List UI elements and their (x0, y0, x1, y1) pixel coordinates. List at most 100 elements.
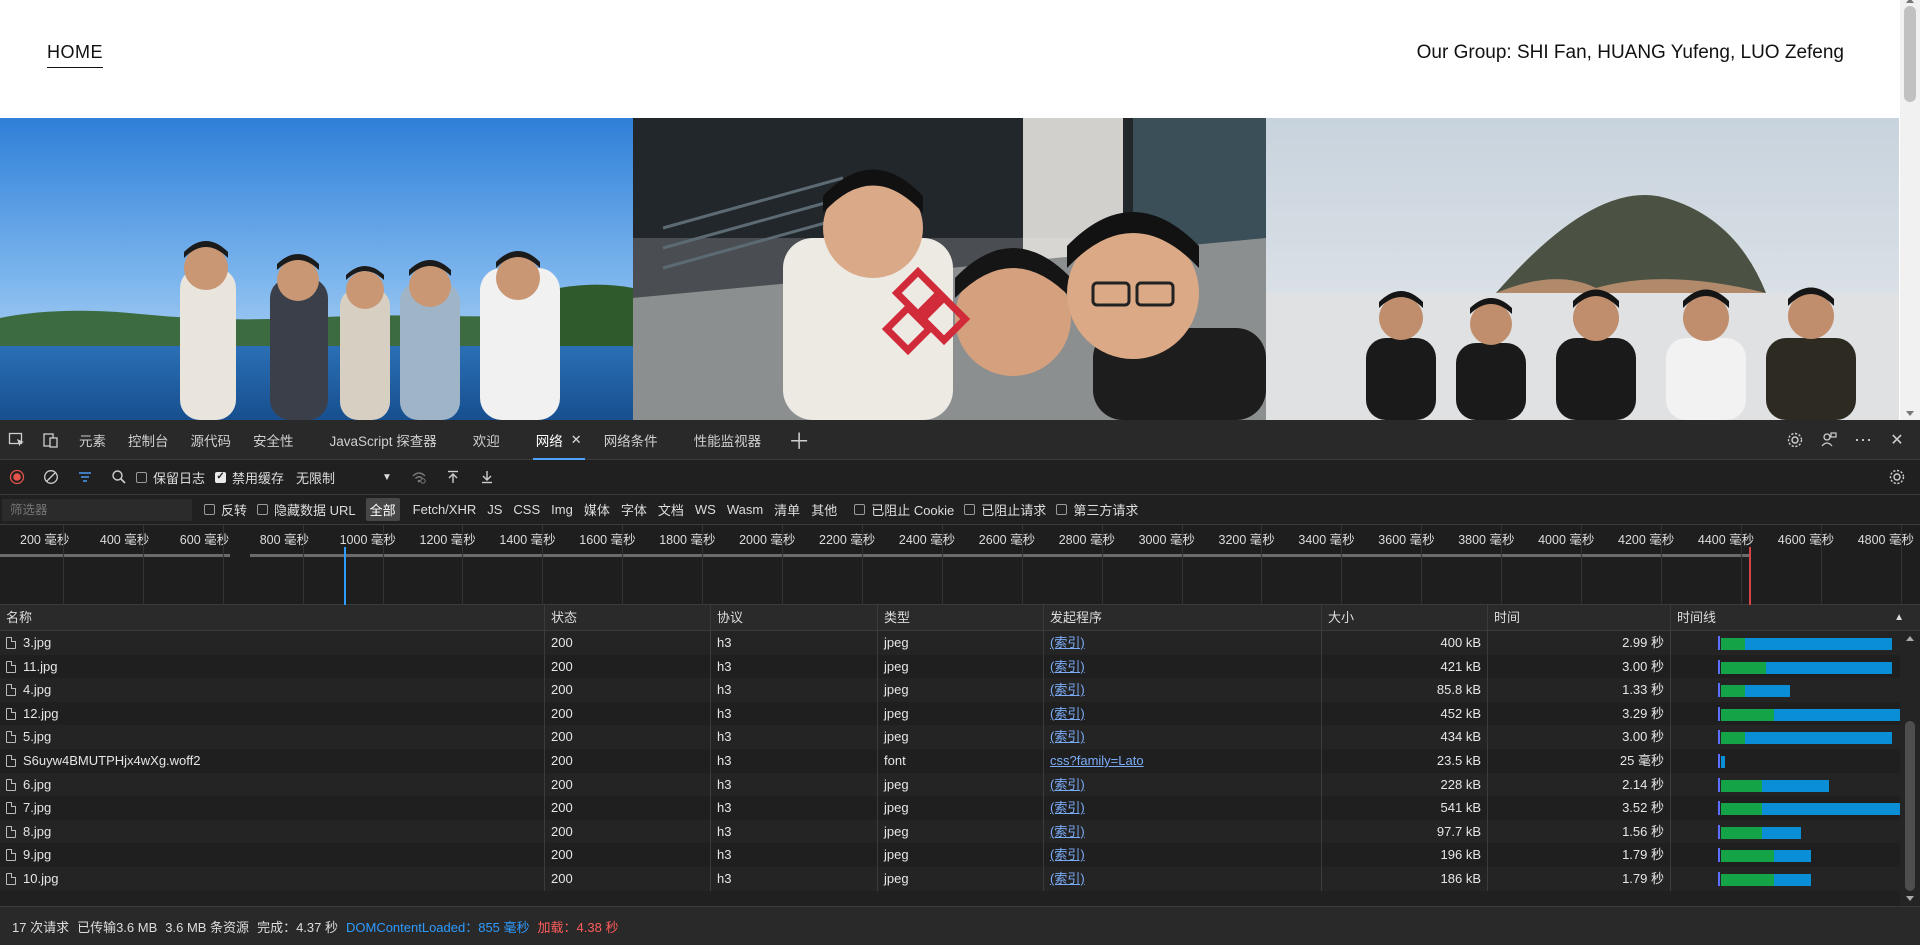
more-options-icon[interactable]: ⋯ (1846, 423, 1880, 457)
initiator-link[interactable]: (索引) (1050, 659, 1085, 674)
cell-waterfall[interactable] (1670, 678, 1900, 702)
cell-waterfall[interactable] (1670, 867, 1900, 891)
column-protocol[interactable]: 协议 (710, 605, 877, 631)
invert-checkbox[interactable]: 反转 (204, 500, 247, 519)
column-size[interactable]: 大小 (1321, 605, 1487, 631)
page-scrollbar-thumb[interactable] (1904, 6, 1916, 102)
request-row[interactable]: 10.jpg 200 h3 jpeg (索引) 186 kB 1.79 秒 (0, 867, 1900, 891)
request-row[interactable]: 4.jpg 200 h3 jpeg (索引) 85.8 kB 1.33 秒 (0, 678, 1900, 702)
initiator-link[interactable]: (索引) (1050, 729, 1085, 744)
initiator-link[interactable]: (索引) (1050, 635, 1085, 650)
cell-waterfall[interactable] (1670, 749, 1900, 773)
cell-waterfall[interactable] (1670, 631, 1900, 655)
network-conditions-icon[interactable] (402, 460, 436, 494)
photo-night-selfie[interactable] (633, 118, 1266, 420)
hide-data-urls-checkbox[interactable]: 隐藏数据 URL (257, 500, 356, 519)
filter-type-css[interactable]: CSS (509, 500, 544, 519)
initiator-link[interactable]: (索引) (1050, 824, 1085, 839)
tab-welcome[interactable]: 欢迎 (462, 420, 511, 460)
request-row[interactable]: 11.jpg 200 h3 jpeg (索引) 421 kB 3.00 秒 (0, 654, 1900, 679)
cell-waterfall[interactable] (1670, 772, 1900, 797)
photo-island-group[interactable] (1266, 118, 1899, 420)
scroll-down-icon[interactable] (1906, 411, 1914, 416)
request-row[interactable]: 9.jpg 200 h3 jpeg (索引) 196 kB 1.79 秒 (0, 843, 1900, 867)
export-har-icon[interactable] (470, 460, 504, 494)
home-link[interactable]: HOME (47, 42, 103, 68)
filter-type-img[interactable]: Img (547, 500, 577, 519)
checkbox-box[interactable] (964, 504, 976, 515)
scroll-down-icon[interactable] (1906, 896, 1914, 901)
third-party-checkbox[interactable]: 第三方请求 (1056, 500, 1138, 519)
page-scrollbar[interactable] (1900, 0, 1920, 420)
preserve-log-checkbox[interactable]: 保留日志 (136, 468, 205, 487)
sort-ascending-icon[interactable]: ▲ (1894, 605, 1904, 631)
filter-type-manifest[interactable]: 清单 (770, 498, 804, 521)
filter-type-all[interactable]: 全部 (365, 498, 400, 521)
checkbox-box[interactable] (854, 504, 866, 515)
checkbox-box[interactable] (136, 471, 147, 483)
request-row[interactable]: 3.jpg 200 h3 jpeg (索引) 400 kB 2.99 秒 (0, 631, 1900, 655)
column-status[interactable]: 状态 (544, 605, 710, 631)
column-name[interactable]: 名称 (0, 605, 544, 631)
tab-console[interactable]: 控制台 (117, 420, 180, 460)
column-waterfall[interactable]: 时间线 ▲ (1670, 605, 1920, 631)
inspect-element-icon[interactable] (0, 423, 34, 457)
column-type[interactable]: 类型 (877, 605, 1043, 631)
cell-waterfall[interactable] (1670, 819, 1900, 844)
tab-elements[interactable]: 元素 (68, 420, 117, 460)
checkbox-box[interactable] (215, 471, 227, 483)
checkbox-box[interactable] (204, 504, 215, 515)
chevron-down-icon[interactable]: ▼ (382, 472, 392, 483)
tab-network[interactable]: 网络 ✕ (525, 420, 593, 460)
filter-type-js[interactable]: JS (483, 500, 506, 519)
close-devtools-icon[interactable]: ✕ (1880, 423, 1914, 457)
filter-icon[interactable] (68, 460, 102, 494)
filter-type-media[interactable]: 媒体 (580, 498, 614, 521)
throttling-select[interactable]: 无限制 ▼ (296, 468, 392, 487)
request-row[interactable]: S6uyw4BMUTPHjx4wXg.woff2 200 h3 font css?fam… (0, 749, 1900, 773)
filter-type-font[interactable]: 字体 (617, 498, 651, 521)
blocked-cookies-checkbox[interactable]: 已阻止 Cookie (854, 500, 954, 519)
filter-type-other[interactable]: 其他 (807, 498, 841, 521)
initiator-link[interactable]: (索引) (1050, 777, 1085, 792)
disable-cache-checkbox[interactable]: 禁用缓存 (215, 468, 284, 487)
checkbox-box[interactable] (1056, 504, 1068, 515)
cell-waterfall[interactable] (1670, 701, 1900, 726)
filter-type-fetch-xhr[interactable]: Fetch/XHR (409, 500, 481, 519)
import-har-icon[interactable] (436, 460, 470, 494)
request-row[interactable]: 6.jpg 200 h3 jpeg (索引) 228 kB 2.14 秒 (0, 772, 1900, 797)
tab-network-conditions[interactable]: 网络条件 (593, 420, 669, 460)
tab-js-profiler[interactable]: JavaScript 探查器 (319, 420, 448, 460)
network-settings-gear-icon[interactable] (1880, 460, 1914, 494)
tab-sources[interactable]: 源代码 (180, 420, 243, 460)
clear-icon[interactable] (34, 460, 68, 494)
filter-type-doc[interactable]: 文档 (654, 498, 688, 521)
close-tab-icon[interactable]: ✕ (571, 432, 582, 448)
tab-security[interactable]: 安全性 (242, 420, 305, 460)
photo-seaside-group[interactable] (0, 118, 633, 420)
cell-waterfall[interactable] (1670, 796, 1900, 820)
checkbox-box[interactable] (257, 504, 269, 515)
settings-gear-icon[interactable] (1778, 423, 1812, 457)
initiator-link[interactable]: (索引) (1050, 871, 1085, 886)
cell-waterfall[interactable] (1670, 654, 1900, 679)
request-row[interactable]: 5.jpg 200 h3 jpeg (索引) 434 kB 3.00 秒 (0, 725, 1900, 749)
initiator-link[interactable]: (索引) (1050, 706, 1085, 721)
filter-type-ws[interactable]: WS (691, 500, 720, 519)
initiator-link[interactable]: (索引) (1050, 682, 1085, 697)
column-time[interactable]: 时间 (1487, 605, 1670, 631)
column-initiator[interactable]: 发起程序 (1043, 605, 1321, 631)
filter-input[interactable] (2, 498, 192, 521)
initiator-link[interactable]: css?family=Lato (1050, 753, 1144, 768)
device-emulation-icon[interactable] (34, 423, 68, 457)
filter-type-wasm[interactable]: Wasm (723, 500, 767, 519)
record-stop-icon[interactable] (0, 460, 34, 494)
scroll-up-icon[interactable] (1906, 0, 1914, 3)
network-overview-timeline[interactable]: 200 毫秒 400 毫秒 600 毫秒 800 毫秒 1000 毫秒 1200 毫秒 14… (0, 525, 1920, 605)
cell-waterfall[interactable] (1670, 843, 1900, 867)
initiator-link[interactable]: (索引) (1050, 800, 1085, 815)
add-tool-icon[interactable]: ＋ (782, 423, 816, 457)
initiator-link[interactable]: (索引) (1050, 847, 1085, 862)
request-row[interactable]: 12.jpg 200 h3 jpeg (索引) 452 kB 3.29 秒 (0, 701, 1900, 726)
request-row[interactable]: 8.jpg 200 h3 jpeg (索引) 97.7 kB 1.56 秒 (0, 819, 1900, 844)
